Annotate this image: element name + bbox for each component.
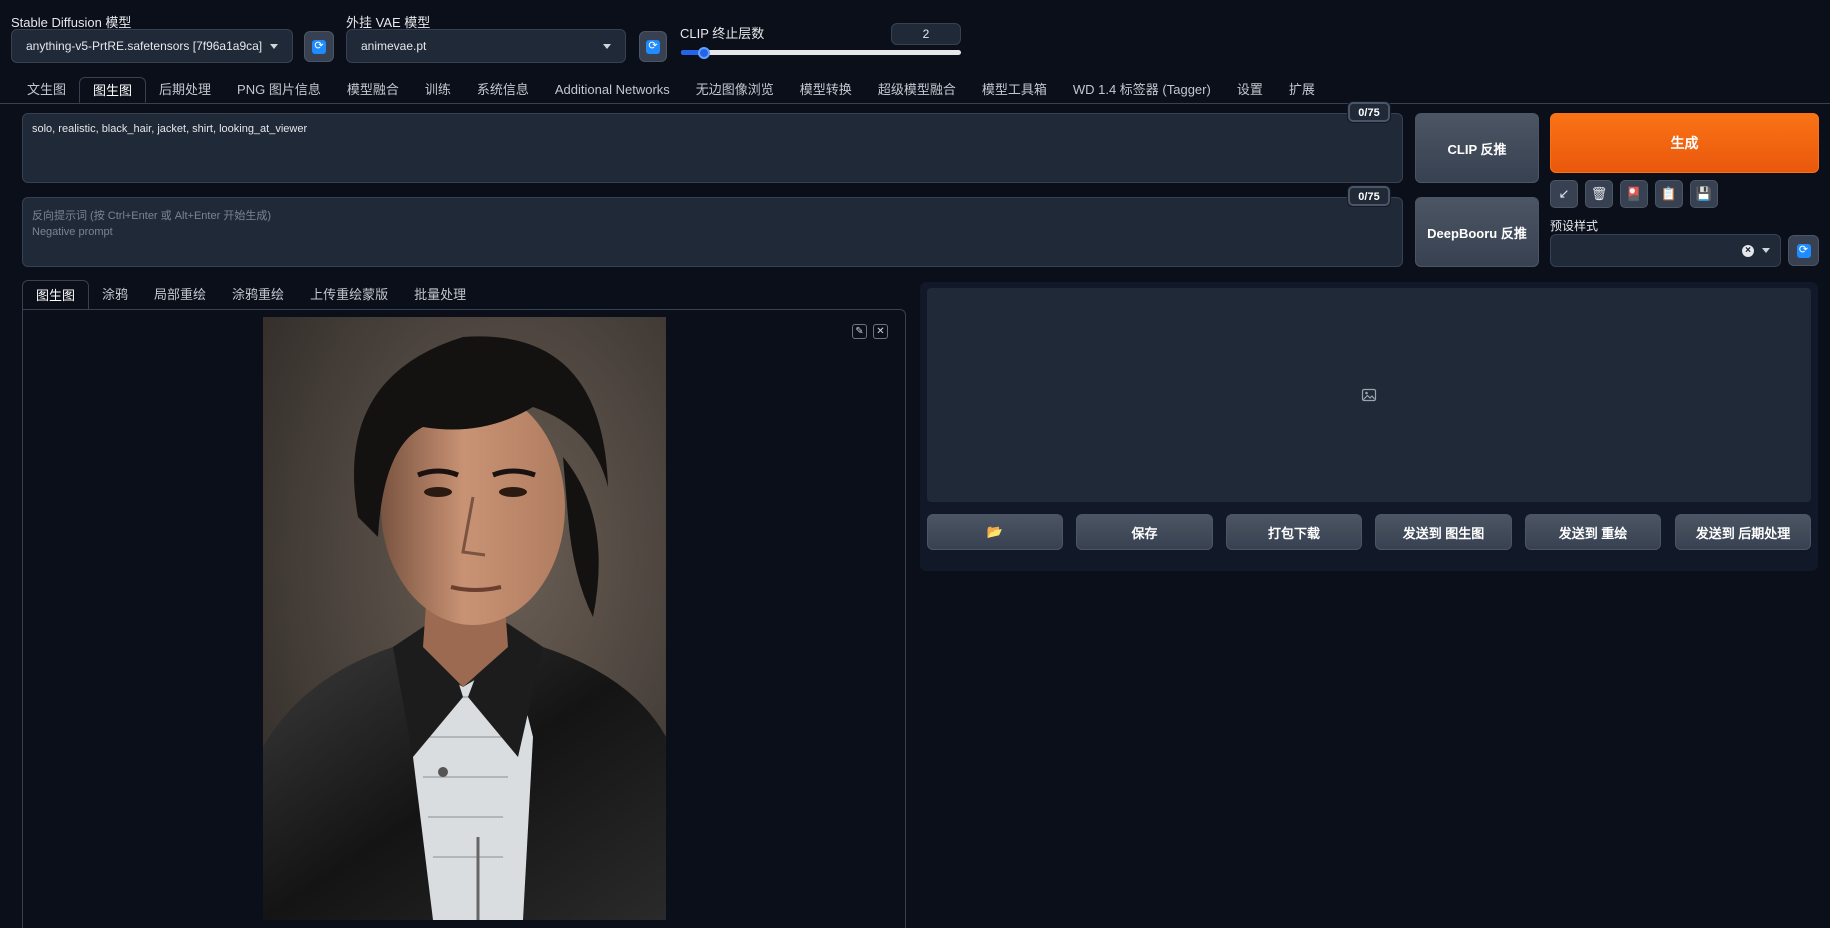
send-to-extras-button[interactable]: 发送到 后期处理 xyxy=(1675,514,1811,550)
tab-divider xyxy=(0,103,1830,104)
clip-skip-slider-handle[interactable] xyxy=(698,47,711,59)
tab-png-info[interactable]: PNG 图片信息 xyxy=(224,77,334,103)
card-icon: 🎴 xyxy=(1625,186,1643,201)
apply-style-button[interactable]: 📋 xyxy=(1655,180,1683,208)
subtab-sketch[interactable]: 涂鸦 xyxy=(89,280,141,310)
sd-model-dropdown[interactable]: anything-v5-PrtRE.safetensors [7f96a1a9c… xyxy=(11,29,293,63)
vae-value: animevae.pt xyxy=(361,39,427,53)
save-icon: 💾 xyxy=(1695,186,1713,201)
vae-dropdown[interactable]: animevae.pt xyxy=(346,29,626,63)
clear-prompt-button[interactable]: 🗑 xyxy=(1585,180,1613,208)
refresh-icon: ⟳ xyxy=(312,39,326,54)
tab-extras[interactable]: 后期处理 xyxy=(146,77,224,103)
tab-additional-networks[interactable]: Additional Networks xyxy=(542,77,683,103)
tab-tagger[interactable]: WD 1.4 标签器 (Tagger) xyxy=(1060,77,1224,103)
tab-img2img[interactable]: 图生图 xyxy=(79,77,147,103)
negative-prompt-textarea[interactable]: 反向提示词 (按 Ctrl+Enter 或 Alt+Enter 开始生成) Ne… xyxy=(22,197,1403,267)
trash-icon: 🗑 xyxy=(1590,186,1608,201)
subtab-batch[interactable]: 批量处理 xyxy=(401,280,479,310)
negative-prompt-token-counter: 0/75 xyxy=(1348,186,1390,206)
prompt-text: solo, realistic, black_hair, jacket, shi… xyxy=(32,123,308,135)
send-to-inpaint-button[interactable]: 发送到 重绘 xyxy=(1525,514,1661,550)
sd-model-value: anything-v5-PrtRE.safetensors [7f96a1a9c… xyxy=(26,39,263,53)
styles-dropdown[interactable]: × xyxy=(1550,234,1781,267)
negative-prompt-placeholder: 反向提示词 (按 Ctrl+Enter 或 Alt+Enter 开始生成) xyxy=(32,210,271,222)
subtab-img2img[interactable]: 图生图 xyxy=(22,280,90,310)
subtab-inpaint[interactable]: 局部重绘 xyxy=(141,280,219,310)
output-gallery[interactable] xyxy=(927,288,1811,502)
refresh-icon: ⟳ xyxy=(1796,243,1811,258)
refresh-sd-model-button[interactable]: ⟳ xyxy=(304,31,334,62)
send-to-img2img-button[interactable]: 发送到 图生图 xyxy=(1375,514,1512,550)
chevron-down-icon xyxy=(1762,248,1770,253)
clear-icon[interactable]: × xyxy=(1742,244,1754,257)
styles-label: 预设样式 xyxy=(1550,219,1599,233)
image-placeholder-icon xyxy=(1361,388,1377,402)
prompt-token-counter: 0/75 xyxy=(1348,102,1390,122)
clip-skip-number[interactable]: 2 xyxy=(891,23,961,45)
negative-prompt-placeholder-en: Negative prompt xyxy=(32,226,113,238)
tab-train[interactable]: 训练 xyxy=(412,77,464,103)
refresh-icon: ⟳ xyxy=(646,39,660,54)
zip-download-button[interactable]: 打包下载 xyxy=(1226,514,1362,550)
prompt-textarea[interactable]: solo, realistic, black_hair, jacket, shi… xyxy=(22,113,1403,183)
tab-model-convert[interactable]: 模型转换 xyxy=(787,77,865,103)
refresh-styles-button[interactable]: ⟳ xyxy=(1788,235,1819,266)
tab-image-browser[interactable]: 无边图像浏览 xyxy=(683,77,787,103)
tab-model-toolkit[interactable]: 模型工具箱 xyxy=(969,77,1060,103)
arrow-icon: ↙ xyxy=(1558,186,1570,201)
chevron-down-icon xyxy=(270,43,278,49)
read-params-button[interactable]: ↙ xyxy=(1550,180,1578,208)
tab-txt2img[interactable]: 文生图 xyxy=(14,77,79,103)
deepbooru-interrogate-button[interactable]: DeepBooru 反推 xyxy=(1415,197,1539,267)
main-tabs: 文生图 图生图 后期处理 PNG 图片信息 模型融合 训练 系统信息 Addit… xyxy=(14,77,1328,103)
clipboard-icon: 📋 xyxy=(1660,186,1678,201)
open-folder-button[interactable]: 📂 xyxy=(927,514,1063,550)
tab-system-info[interactable]: 系统信息 xyxy=(464,77,542,103)
tab-model-merge[interactable]: 模型融合 xyxy=(334,77,412,103)
tab-settings[interactable]: 设置 xyxy=(1224,77,1276,103)
img2img-subtabs: 图生图 涂鸦 局部重绘 涂鸦重绘 上传重绘蒙版 批量处理 xyxy=(22,280,479,310)
folder-icon: 📂 xyxy=(986,524,1004,539)
generate-button[interactable]: 生成 xyxy=(1550,113,1819,173)
extra-networks-button[interactable]: 🎴 xyxy=(1620,180,1648,208)
refresh-vae-button[interactable]: ⟳ xyxy=(639,31,667,62)
chevron-down-icon xyxy=(603,43,611,49)
save-style-button[interactable]: 💾 xyxy=(1690,180,1718,208)
tab-extensions[interactable]: 扩展 xyxy=(1276,77,1328,103)
clip-interrogate-button[interactable]: CLIP 反推 xyxy=(1415,113,1539,183)
clip-skip-slider[interactable] xyxy=(681,50,961,55)
tab-super-merge[interactable]: 超级模型融合 xyxy=(865,77,969,103)
subtab-inpaint-upload[interactable]: 上传重绘蒙版 xyxy=(297,280,401,310)
clip-skip-label: CLIP 终止层数 xyxy=(680,26,765,41)
close-icon[interactable]: ✕ xyxy=(873,324,888,339)
uploaded-image xyxy=(263,317,666,920)
save-button[interactable]: 保存 xyxy=(1076,514,1213,550)
subtab-inpaint-sketch[interactable]: 涂鸦重绘 xyxy=(219,280,297,310)
edit-icon[interactable]: ✎ xyxy=(852,324,867,339)
